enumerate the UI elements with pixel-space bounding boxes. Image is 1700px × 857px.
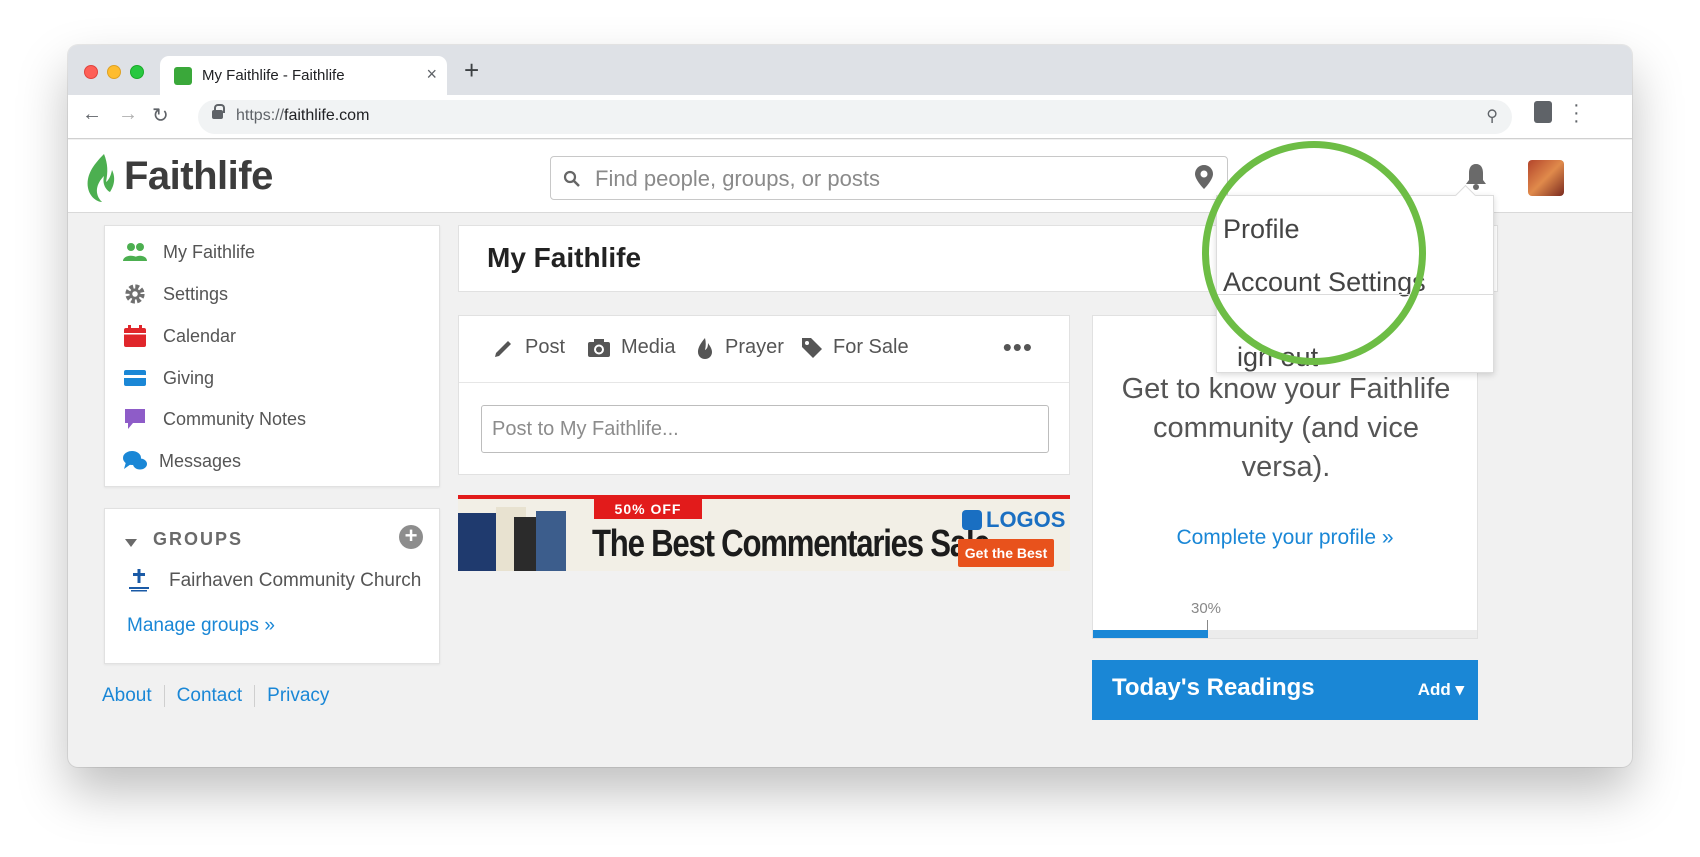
- sidebar-item-giving[interactable]: Giving: [123, 364, 214, 392]
- sidebar-item-label: Settings: [163, 283, 229, 304]
- zoom-icon[interactable]: ⚲: [1486, 106, 1498, 126]
- group-name: Fairhaven Community Church: [169, 570, 422, 591]
- readings-title: Today's Readings: [1112, 674, 1315, 701]
- add-reading-button[interactable]: Add ▾: [1418, 680, 1464, 700]
- sidebar-item-community-notes[interactable]: Community Notes: [123, 405, 306, 433]
- search-input[interactable]: [595, 166, 1175, 192]
- tab-for-sale[interactable]: For Sale: [801, 336, 909, 359]
- post-input[interactable]: [481, 405, 1049, 453]
- add-group-button[interactable]: +: [399, 525, 423, 549]
- menu-item-profile[interactable]: Profile: [1223, 214, 1300, 245]
- church-icon: [129, 569, 149, 592]
- gear-icon: [125, 284, 145, 304]
- tab-close-icon[interactable]: ×: [426, 64, 437, 85]
- minimize-window-button[interactable]: [107, 65, 121, 79]
- tab-label: Prayer: [725, 336, 784, 358]
- banner-headline: The Best Commentaries Sale: [592, 523, 991, 565]
- tab-prayer[interactable]: Prayer: [695, 336, 784, 359]
- new-tab-button[interactable]: +: [464, 55, 479, 86]
- address-bar[interactable]: https://faithlife.com ⚲: [198, 100, 1512, 134]
- credit-card-icon: [124, 370, 146, 386]
- tab-strip: My Faithlife - Faithlife × +: [68, 45, 1632, 96]
- discount-badge: 50% OFF: [594, 499, 702, 519]
- tab-label: Post: [525, 336, 566, 358]
- sidebar-item-label: Messages: [159, 450, 242, 471]
- location-pin-icon[interactable]: [1195, 165, 1213, 189]
- sidebar-item-label: Community Notes: [163, 408, 307, 429]
- more-options-icon[interactable]: •••: [1003, 332, 1033, 363]
- group-item[interactable]: Fairhaven Community Church: [127, 569, 421, 593]
- lock-icon: [212, 104, 225, 119]
- post-composer: Post Media Prayer For Sale ••• Post to M…: [458, 315, 1070, 475]
- forward-arrow-icon[interactable]: →: [118, 103, 138, 126]
- maximize-window-button[interactable]: [130, 65, 144, 79]
- sidebar-item-label: Giving: [163, 367, 215, 388]
- tab-label: For Sale: [833, 336, 909, 358]
- book-covers-image: [458, 507, 566, 571]
- groups-heading: GROUPS: [153, 529, 244, 549]
- tab-post[interactable]: Post: [493, 336, 565, 359]
- footer-privacy-link[interactable]: Privacy: [254, 685, 341, 707]
- menu-item-sign-out[interactable]: ign out: [1237, 342, 1318, 373]
- url-text[interactable]: https://faithlife.com: [236, 107, 369, 125]
- sidebar-item-messages[interactable]: Messages: [123, 447, 241, 475]
- search-icon: [563, 170, 580, 187]
- sidebar-item-label: My Faithlife: [163, 241, 256, 262]
- price-tag-icon: [802, 337, 822, 358]
- faithlife-logo-text[interactable]: Faithlife: [124, 154, 273, 199]
- collapse-caret-icon[interactable]: [125, 539, 137, 547]
- back-arrow-icon[interactable]: ←: [82, 103, 102, 126]
- notifications-bell-icon[interactable]: [1464, 162, 1488, 190]
- logos-logo: LOGOS: [962, 507, 1065, 533]
- sidebar-item-my-faithlife[interactable]: My Faithlife: [123, 238, 255, 266]
- search-box[interactable]: [550, 156, 1228, 200]
- sidebar-nav: My Faithlife Settings Calendar Giving Co…: [104, 225, 440, 487]
- reload-icon[interactable]: ↻: [152, 103, 169, 128]
- profile-progress-bar: [1093, 630, 1477, 638]
- faithlife-favicon-icon: [174, 67, 192, 85]
- banner-cta-button[interactable]: Get the Best: [958, 539, 1054, 567]
- people-icon: [123, 243, 147, 261]
- browser-window: My Faithlife - Faithlife × + ← → ↻ https…: [68, 45, 1632, 767]
- page-title: My Faithlife: [487, 242, 642, 273]
- camera-icon: [588, 338, 610, 357]
- footer-links: About Contact Privacy: [102, 685, 341, 707]
- browser-tab[interactable]: My Faithlife - Faithlife ×: [160, 56, 447, 96]
- complete-profile-link[interactable]: Complete your profile »: [1093, 526, 1477, 550]
- promo-banner[interactable]: 50% OFF The Best Commentaries Sale LOGOS…: [458, 495, 1070, 571]
- chat-icon: [123, 451, 147, 470]
- progress-fill: [1093, 630, 1209, 638]
- menu-divider: [1217, 294, 1493, 295]
- browser-toolbar: ← → ↻ https://faithlife.com ⚲: [68, 95, 1632, 139]
- tab-media[interactable]: Media: [587, 336, 675, 359]
- browser-menu-icon[interactable]: · · ·: [1573, 95, 1580, 131]
- todays-readings-header: Today's Readings Add ▾: [1092, 660, 1478, 720]
- tab-label: Media: [621, 336, 676, 358]
- sidebar-item-label: Calendar: [163, 325, 237, 346]
- close-window-button[interactable]: [84, 65, 98, 79]
- composer-tabs: Post Media Prayer For Sale •••: [459, 316, 1069, 383]
- sidebar-item-calendar[interactable]: Calendar: [123, 322, 236, 350]
- groups-panel: GROUPS + Fairhaven Community Church Mana…: [104, 508, 440, 664]
- manage-groups-link[interactable]: Manage groups »: [127, 615, 275, 637]
- profile-prompt-text: Get to know your Faithlife community (an…: [1121, 373, 1451, 483]
- footer-about-link[interactable]: About: [102, 685, 164, 707]
- logos-mark-icon: [962, 510, 982, 530]
- pencil-icon: [495, 340, 511, 357]
- faithlife-flame-icon[interactable]: [84, 152, 118, 204]
- sidebar-item-settings[interactable]: Settings: [123, 280, 228, 308]
- tab-title: My Faithlife - Faithlife: [202, 67, 345, 84]
- clipboard-extension-icon[interactable]: [1534, 101, 1552, 123]
- account-menu: Profile Account Settings ign out: [1216, 195, 1494, 373]
- calendar-icon: [124, 325, 146, 347]
- flame-icon: [698, 337, 712, 359]
- note-icon: [125, 409, 145, 429]
- user-avatar[interactable]: [1528, 160, 1564, 196]
- progress-label: 30%: [1191, 600, 1222, 617]
- footer-contact-link[interactable]: Contact: [163, 685, 254, 707]
